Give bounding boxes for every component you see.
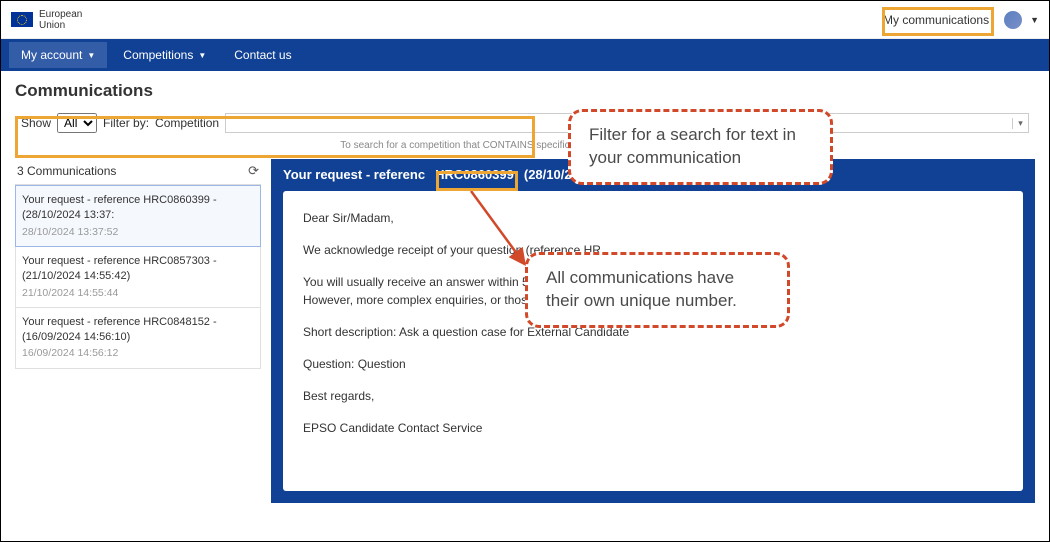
user-avatar[interactable]	[1004, 11, 1022, 29]
detail-header-reference: HRC0860399	[429, 166, 520, 183]
top-bar: European Union My communications ▼	[1, 1, 1049, 39]
body-regards: Best regards,	[303, 387, 1003, 405]
body-greeting: Dear Sir/Madam,	[303, 209, 1003, 227]
nav-my-account-label: My account	[21, 48, 82, 62]
org-name: European Union	[39, 9, 82, 31]
annotation-callout-unique-number: All communications have their own unique…	[525, 252, 790, 328]
page-title: Communications	[1, 71, 1049, 109]
filter-by-label: Filter by:	[103, 116, 149, 130]
list-item-timestamp: 28/10/2024 13:37:52	[22, 225, 254, 239]
detail-header-prefix: Your request - referenc	[283, 167, 425, 182]
detail-panel: Your request - referenc HRC0860399 (28/1…	[271, 159, 1035, 503]
filter-field-label: Competition	[155, 116, 219, 130]
nav-contact-us[interactable]: Contact us	[222, 42, 303, 68]
logo-block: European Union	[11, 9, 82, 31]
org-line2: Union	[39, 20, 82, 31]
caret-down-icon: ▼	[87, 51, 95, 60]
my-communications-link[interactable]: My communications	[876, 8, 996, 32]
org-line1: European	[39, 9, 82, 20]
detail-body: Dear Sir/Madam, We acknowledge receipt o…	[283, 191, 1023, 491]
list-header: 3 Communications ⟳	[15, 159, 261, 185]
body-question: Question: Question	[303, 355, 1003, 373]
list-item-timestamp: 21/10/2024 14:55:44	[22, 286, 254, 300]
list-item-title: Your request - reference HRC0860399 - (2…	[22, 193, 254, 223]
filter-row: Show All Filter by: Competition ▾	[15, 109, 1035, 137]
nav-my-account[interactable]: My account ▼	[9, 42, 107, 68]
competition-dropdown-button[interactable]: ▾	[1012, 118, 1028, 129]
top-right: My communications ▼	[876, 8, 1039, 32]
list-item[interactable]: Your request - reference HRC0857303 - (2…	[15, 247, 261, 308]
list-item-timestamp: 16/09/2024 14:56:12	[22, 346, 254, 360]
user-menu-caret-icon[interactable]: ▼	[1030, 15, 1039, 25]
eu-flag-icon	[11, 12, 33, 27]
nav-competitions-label: Competitions	[123, 48, 193, 62]
caret-down-icon: ▼	[198, 51, 206, 60]
filter-hint: To search for a competition that CONTAIN…	[15, 140, 1035, 151]
annotation-callout-filter: Filter for a search for text in your com…	[568, 109, 833, 185]
refresh-icon[interactable]: ⟳	[248, 163, 259, 179]
nav-competitions[interactable]: Competitions ▼	[111, 42, 218, 68]
show-select[interactable]: All	[57, 113, 97, 133]
list-item-title: Your request - reference HRC0857303 - (2…	[22, 254, 254, 284]
list-item[interactable]: Your request - reference HRC0848152 - (1…	[15, 308, 261, 369]
body-signature: EPSO Candidate Contact Service	[303, 419, 1003, 437]
nav-contact-label: Contact us	[234, 48, 291, 62]
list-item[interactable]: Your request - reference HRC0860399 - (2…	[15, 185, 261, 247]
main-area: 3 Communications ⟳ Your request - refere…	[1, 159, 1049, 517]
show-label: Show	[21, 116, 51, 130]
list-item-title: Your request - reference HRC0848152 - (1…	[22, 315, 254, 345]
communications-list-panel: 3 Communications ⟳ Your request - refere…	[15, 159, 261, 503]
nav-bar: My account ▼ Competitions ▼ Contact us	[1, 39, 1049, 71]
list-count: 3 Communications	[17, 164, 116, 178]
